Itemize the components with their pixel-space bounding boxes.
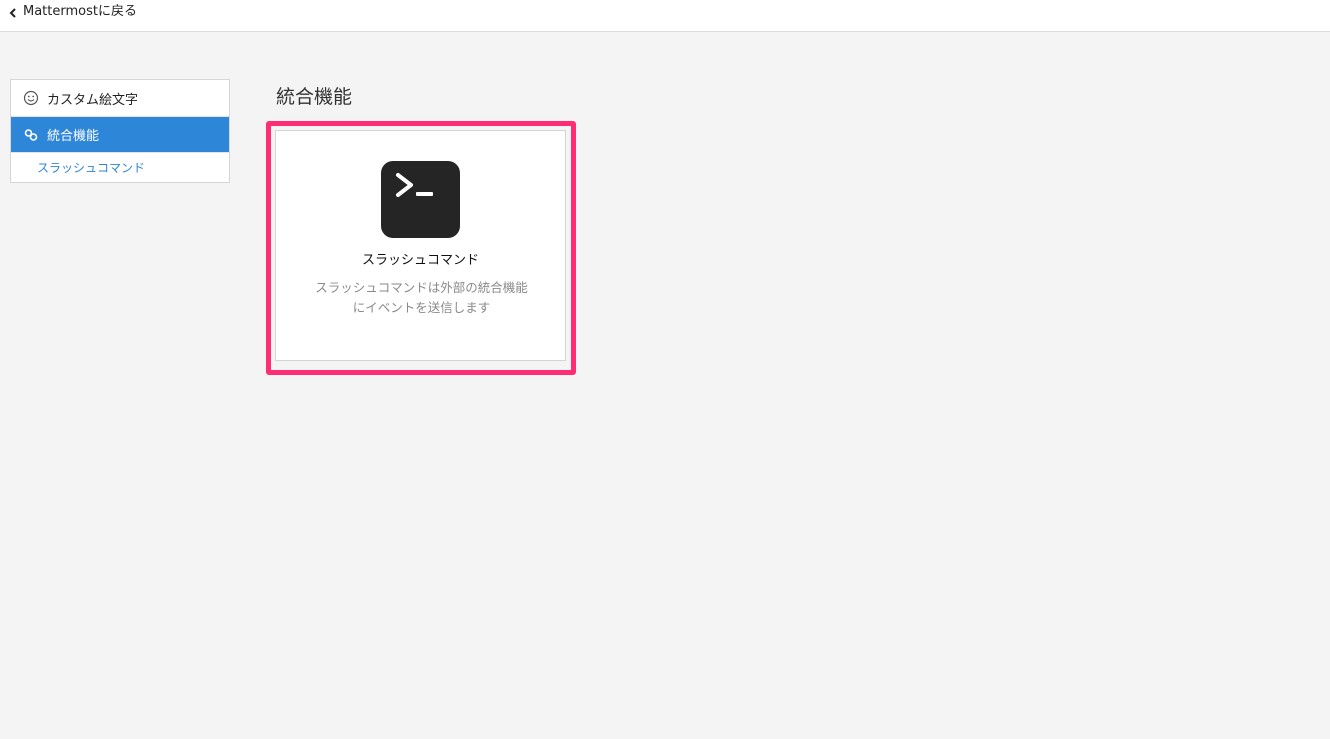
- sidebar-subitem-slash-commands[interactable]: スラッシュコマンド: [11, 152, 229, 182]
- top-bar: Mattermostに戻る: [0, 0, 1330, 32]
- integration-card-slash-commands[interactable]: スラッシュコマンド スラッシュコマンドは外部の統合機能 にイベントを送信します: [275, 130, 566, 361]
- sidebar-subitem-label: スラッシュコマンド: [37, 161, 146, 175]
- sidebar-item-label: カスタム絵文字: [47, 92, 139, 108]
- terminal-icon: [381, 161, 460, 238]
- smiley-icon: [23, 90, 39, 106]
- sidebar-item-integrations[interactable]: 統合機能: [11, 116, 229, 152]
- chevron-left-icon: [9, 7, 17, 18]
- sidebar: カスタム絵文字 統合機能 スラッシュコマンド: [10, 79, 230, 183]
- card-title: スラッシュコマンド: [361, 253, 479, 268]
- card-description: スラッシュコマンドは外部の統合機能 にイベントを送信します: [296, 278, 547, 318]
- sidebar-item-custom-emoji[interactable]: カスタム絵文字: [11, 80, 229, 116]
- card-description-line: にイベントを送信します: [352, 300, 491, 315]
- back-link[interactable]: Mattermostに戻る: [9, 4, 137, 20]
- page-title: 統合機能: [276, 86, 353, 108]
- card-description-line: スラッシュコマンドは外部の統合機能: [315, 280, 528, 295]
- back-link-label: Mattermostに戻る: [23, 4, 137, 19]
- link-icon: [23, 127, 39, 143]
- sidebar-item-label: 統合機能: [47, 129, 100, 144]
